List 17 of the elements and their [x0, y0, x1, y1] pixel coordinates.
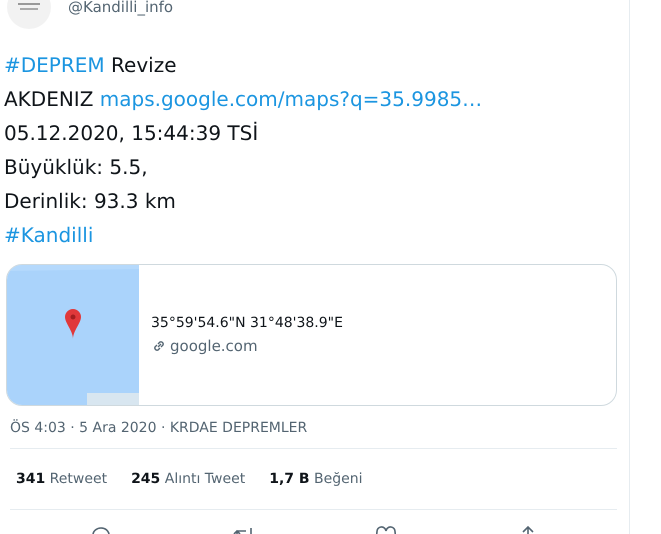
tweet-text: 05.12.2020, 15:44:39 TSİ [4, 121, 258, 145]
link-card[interactable]: 35°59'54.6"N 31°48'38.9"E google.com [6, 264, 617, 406]
card-domain: google.com [170, 337, 258, 355]
tweet-link[interactable]: maps.google.com/maps?q=35.9985… [100, 87, 482, 111]
stat-link[interactable]: 1,7 B Beğeni [269, 471, 363, 487]
tweet-text: Büyüklük: 5.5, [4, 155, 148, 179]
link-icon [151, 338, 167, 354]
tweet-timestamp[interactable]: ÖS 4:03 · 5 Ara 2020 · KRDAE DEPREMLER [10, 420, 308, 436]
tweet-text: Revize [110, 53, 177, 77]
stat-link[interactable]: 245 Alıntı Tweet [131, 471, 246, 487]
card-title: 35°59'54.6"N 31°48'38.9"E [151, 315, 343, 331]
stat-link[interactable]: 341 Retweet [16, 471, 108, 487]
author-handle[interactable]: @Kandilli_info [68, 0, 174, 16]
tweet-link[interactable]: #Kandilli [4, 223, 94, 247]
tweet-text: AKDENIZ [4, 87, 94, 111]
tweet-link[interactable]: #DEPREM [4, 53, 105, 77]
tweet-text: Derinlik: 93.3 km [4, 189, 176, 213]
